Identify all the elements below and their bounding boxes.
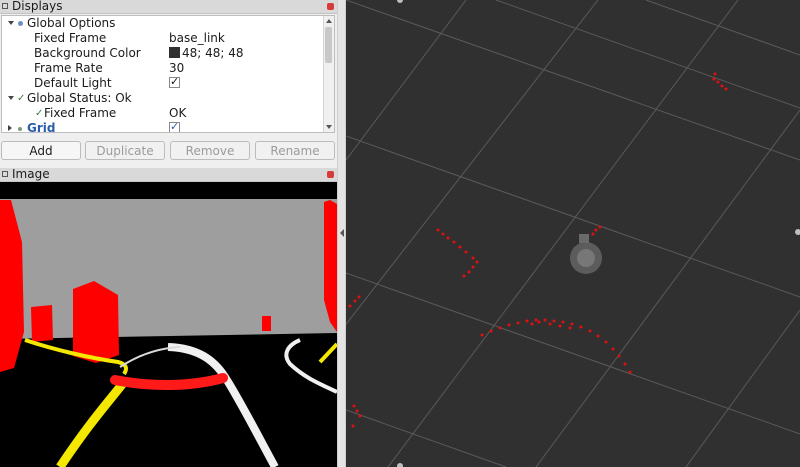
displays-titlebar[interactable]: Displays bbox=[0, 0, 337, 14]
camera-image-render bbox=[0, 182, 337, 467]
remove-button[interactable]: Remove bbox=[170, 141, 250, 160]
fixed-frame-value[interactable]: base_link bbox=[169, 31, 225, 46]
default-light-value[interactable] bbox=[169, 74, 180, 91]
expand-arrow-icon[interactable] bbox=[8, 125, 12, 131]
3d-scene[interactable] bbox=[346, 0, 800, 467]
displays-tree[interactable]: Global Options Fixed Frame base_link Bac… bbox=[1, 15, 335, 133]
image-titlebar[interactable]: Image bbox=[0, 168, 337, 182]
display-buttons: Add Duplicate Remove Rename bbox=[0, 139, 337, 163]
tree-label: Frame Rate bbox=[34, 61, 103, 75]
grid-display-icon bbox=[18, 127, 22, 131]
tree-label: Default Light bbox=[34, 76, 112, 90]
close-icon[interactable] bbox=[327, 171, 334, 178]
tree-label: Global Status: Ok bbox=[27, 91, 132, 105]
displays-title: Displays bbox=[12, 0, 63, 13]
duplicate-button[interactable]: Duplicate bbox=[85, 141, 165, 160]
checkbox-icon[interactable] bbox=[169, 74, 180, 89]
3d-viewport[interactable] bbox=[346, 0, 800, 467]
tree-row-status-fixed-frame[interactable]: ✓ Fixed Frame OK bbox=[2, 106, 324, 121]
tree-label: Fixed Frame bbox=[44, 106, 117, 120]
checkbox-icon[interactable] bbox=[169, 119, 180, 132]
tree-scrollbar[interactable] bbox=[323, 16, 334, 132]
left-dock: Displays Global Options Fixed Frame base… bbox=[0, 0, 337, 467]
tree-row-default-light[interactable]: Default Light bbox=[2, 74, 324, 91]
tree-row-grid[interactable]: Grid bbox=[2, 119, 324, 133]
tree-row-global-options[interactable]: Global Options bbox=[2, 16, 324, 31]
camera-image bbox=[0, 182, 337, 467]
tree-label: Background Color bbox=[34, 46, 141, 60]
tree-row-frame-rate[interactable]: Frame Rate 30 bbox=[2, 61, 324, 76]
expand-arrow-icon[interactable] bbox=[8, 21, 14, 25]
background-color-value[interactable]: 48; 48; 48 bbox=[169, 46, 244, 61]
rename-button[interactable]: Rename bbox=[255, 141, 335, 160]
image-title: Image bbox=[12, 167, 50, 181]
tree-label: Global Options bbox=[27, 16, 116, 30]
background-color-text: 48; 48; 48 bbox=[182, 46, 244, 60]
dock-icon[interactable] bbox=[2, 3, 8, 9]
scroll-down-icon[interactable] bbox=[326, 125, 332, 129]
tree-row-background-color[interactable]: Background Color 48; 48; 48 bbox=[2, 46, 324, 61]
tree-row-fixed-frame[interactable]: Fixed Frame base_link bbox=[2, 31, 324, 46]
add-button[interactable]: Add bbox=[1, 141, 81, 160]
options-bullet-icon bbox=[18, 21, 23, 26]
expand-arrow-icon[interactable] bbox=[8, 96, 14, 100]
panel-splitter[interactable] bbox=[337, 0, 346, 467]
scroll-thumb[interactable] bbox=[325, 27, 332, 63]
dock-icon[interactable] bbox=[2, 171, 8, 177]
close-icon[interactable] bbox=[327, 3, 334, 10]
tree-row-global-status[interactable]: ✓ Global Status: Ok bbox=[2, 91, 324, 106]
status-check-icon: ✓ bbox=[17, 93, 26, 104]
tree-label: Grid bbox=[27, 121, 56, 133]
color-swatch bbox=[169, 47, 180, 58]
grid-enabled-value[interactable] bbox=[169, 119, 180, 132]
scroll-up-icon[interactable] bbox=[326, 19, 332, 23]
splitter-grip-icon[interactable] bbox=[340, 229, 344, 237]
tree-label: Fixed Frame bbox=[34, 31, 107, 45]
status-check-icon: ✓ bbox=[35, 108, 44, 119]
